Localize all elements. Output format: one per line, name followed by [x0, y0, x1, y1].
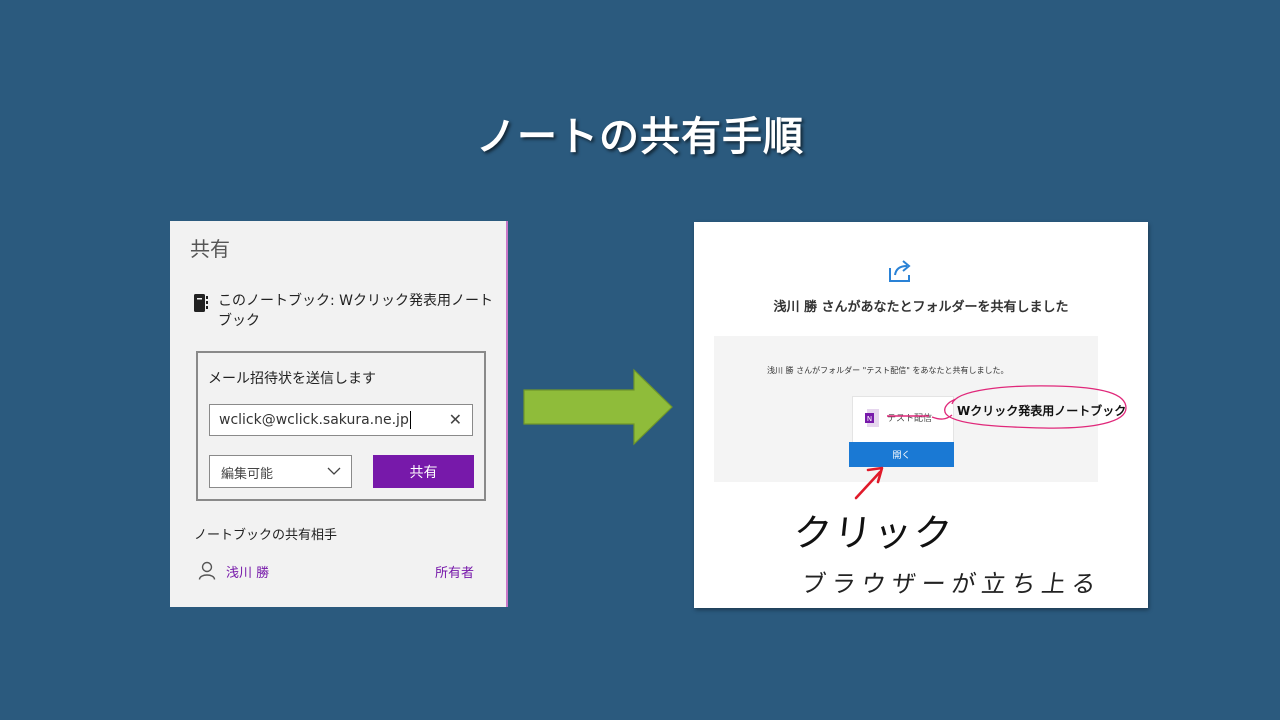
panel-title: 共有 [190, 237, 230, 261]
chevron-down-icon [327, 467, 341, 475]
invite-label: メール招待状を送信します [208, 371, 376, 387]
callout-text: Wクリック発表用ノートブック [957, 404, 1127, 418]
invite-box: メール招待状を送信します wclick@wclick.sakura.ne.jp … [196, 351, 486, 501]
email-input[interactable]: wclick@wclick.sakura.ne.jp ✕ [209, 404, 473, 436]
person-name-link[interactable]: 浅川 勝 [226, 562, 269, 581]
email-panel: 浅川 勝 さんがあなたとフォルダーを共有しました 浅川 勝 さんがフォルダー "… [694, 222, 1148, 608]
close-icon[interactable]: ✕ [449, 410, 462, 429]
slide-title: ノートの共有手順 [476, 114, 804, 160]
handwritten-browser-note: ブラウザーが立ち上る [799, 570, 1104, 598]
notebook-icon [194, 294, 208, 312]
email-value: wclick@wclick.sakura.ne.jp [219, 411, 411, 429]
notebook-row: このノートブック: Wクリック発表用ノートブック [194, 291, 494, 331]
person-role: 所有者 [434, 566, 474, 581]
shared-person-row: 浅川 勝 所有者 [198, 560, 474, 582]
permission-dropdown[interactable]: 編集可能 [209, 455, 352, 488]
shared-with-label: ノートブックの共有相手 [194, 528, 338, 543]
click-arrow [854, 470, 882, 500]
handwritten-click-note: クリック [791, 511, 956, 555]
right-arrow-icon [523, 368, 673, 446]
person-icon [198, 561, 216, 580]
permission-value: 編集可能 [221, 467, 274, 482]
share-panel: 共有 このノートブック: Wクリック発表用ノートブック メール招待状を送信します… [170, 221, 508, 607]
notebook-name: このノートブック: Wクリック発表用ノートブック [218, 293, 494, 329]
share-button[interactable]: 共有 [373, 455, 474, 488]
